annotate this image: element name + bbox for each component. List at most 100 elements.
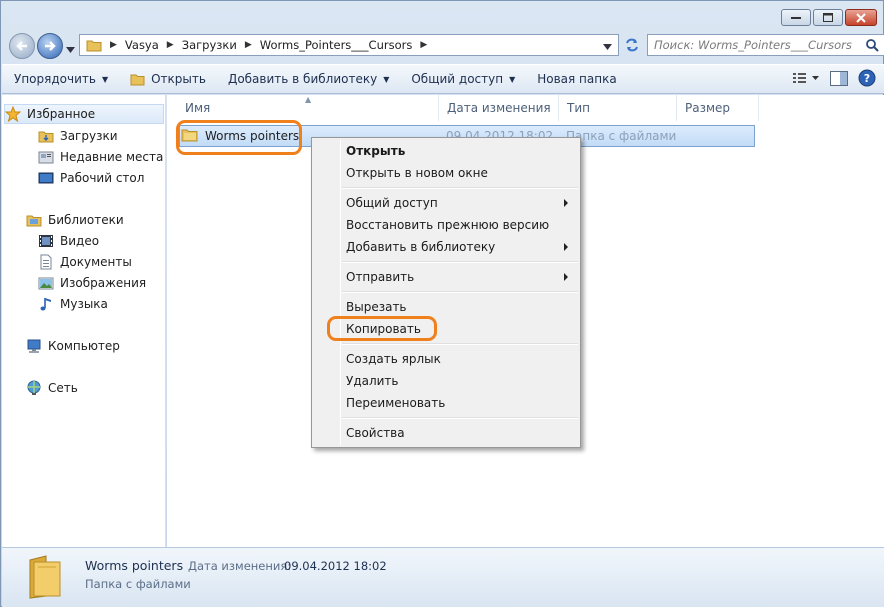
svg-text:?: ? [864, 72, 870, 85]
breadcrumb-separator-icon[interactable]: ▶ [245, 40, 252, 50]
details-modified-value: 09.04.2012 18:02 [284, 559, 387, 573]
nav-computer[interactable]: Компьютер [26, 336, 120, 356]
nav-label: Сеть [48, 381, 78, 395]
breadcrumb-item[interactable]: Загрузки [182, 38, 237, 52]
column-header-name[interactable]: Имя [177, 95, 439, 121]
breadcrumb-item[interactable]: Worms_Pointers___Cursors [260, 38, 413, 52]
picture-icon [38, 275, 54, 291]
menu-item-restore[interactable]: Восстановить прежнюю версию [314, 214, 578, 236]
document-icon [38, 254, 54, 270]
back-arrow-icon [16, 41, 27, 51]
breadcrumb-separator-icon[interactable]: ▶ [110, 40, 117, 50]
nav-images[interactable]: Изображения [38, 273, 146, 293]
menu-item-open-new-window[interactable]: Открыть в новом окне [314, 162, 578, 184]
navigation-row: ▶ Vasya ▶ Загрузки ▶ Worms_Pointers___Cu… [9, 33, 884, 59]
add-to-library-label: Добавить в библиотеку [227, 72, 378, 86]
breadcrumb-item[interactable]: Vasya [125, 38, 159, 52]
maximize-button[interactable] [813, 9, 843, 26]
nav-label: Документы [60, 255, 132, 269]
column-header-size[interactable]: Размер [677, 95, 759, 121]
music-note-icon [38, 296, 54, 312]
submenu-arrow-icon [564, 243, 568, 251]
share-button[interactable]: Общий доступ ▼ [399, 67, 525, 91]
menu-label: Открыть [346, 144, 406, 158]
menu-label: Открыть в новом окне [346, 166, 488, 180]
search-icon[interactable] [865, 38, 879, 55]
breadcrumb-separator-icon[interactable]: ▶ [167, 40, 174, 50]
new-folder-button[interactable]: Новая папка [525, 67, 626, 91]
recent-pages-dropdown[interactable] [66, 42, 75, 56]
nav-favorites[interactable]: Избранное [4, 104, 164, 124]
nav-label: Видео [60, 234, 100, 248]
forward-arrow-icon [45, 41, 56, 51]
menu-item-delete[interactable]: Удалить [314, 370, 578, 392]
nav-desktop[interactable]: Рабочий стол [38, 168, 144, 188]
menu-item-open[interactable]: Открыть [314, 140, 578, 162]
menu-label: Общий доступ [346, 196, 438, 210]
minimize-button[interactable] [781, 9, 811, 26]
nav-music[interactable]: Музыка [38, 294, 108, 314]
details-modified-label: Дата изменения: [188, 559, 292, 573]
nav-video[interactable]: Видео [38, 231, 99, 251]
menu-separator [342, 261, 578, 263]
search-input[interactable]: Поиск: Worms_Pointers___Cursors [647, 34, 884, 56]
menu-item-send-to[interactable]: Отправить [314, 266, 578, 288]
chevron-down-icon: ▼ [509, 74, 516, 84]
context-menu: Открыть Открыть в новом окне Общий досту… [311, 137, 581, 448]
network-icon [26, 380, 42, 396]
column-header-type[interactable]: Тип [559, 95, 677, 121]
command-bar: Упорядочить ▼ Открыть Добавить в библиоте… [2, 64, 884, 94]
folder-icon [38, 128, 54, 144]
menu-label: Отправить [346, 270, 415, 284]
nav-libraries[interactable]: Библиотеки [26, 210, 124, 230]
add-to-library-button[interactable]: Добавить в библиотеку ▼ [216, 67, 399, 91]
nav-label: Компьютер [48, 339, 120, 353]
view-controls: ? [792, 69, 876, 90]
address-history-icon[interactable] [603, 39, 612, 53]
nav-documents[interactable]: Документы [38, 252, 132, 272]
menu-item-share[interactable]: Общий доступ [314, 192, 578, 214]
column-label: Дата изменения [447, 101, 551, 115]
caption-buttons [781, 9, 877, 26]
menu-item-properties[interactable]: Свойства [314, 422, 578, 444]
star-icon [5, 106, 21, 122]
menu-separator [342, 417, 578, 419]
nav-recent[interactable]: Недавние места [38, 147, 163, 167]
navigation-pane: Избранное Загрузки Недавние места Рабочи… [2, 95, 166, 547]
menu-item-cut[interactable]: Вырезать [314, 296, 578, 318]
film-icon [38, 233, 54, 249]
nav-downloads[interactable]: Загрузки [38, 126, 118, 146]
close-button[interactable] [845, 9, 877, 26]
large-folder-icon [24, 554, 64, 603]
open-button[interactable]: Открыть [118, 67, 216, 91]
menu-label: Добавить в библиотеку [346, 240, 496, 254]
breadcrumb-separator-icon[interactable]: ▶ [420, 40, 427, 50]
nav-network[interactable]: Сеть [26, 378, 78, 398]
menu-item-create-shortcut[interactable]: Создать ярлык [314, 348, 578, 370]
preview-pane-icon[interactable] [830, 70, 848, 89]
nav-label: Недавние места [60, 150, 164, 164]
organize-button[interactable]: Упорядочить ▼ [2, 67, 118, 91]
nav-label: Библиотеки [48, 213, 124, 227]
chevron-down-icon [66, 47, 75, 53]
menu-separator [342, 343, 578, 345]
menu-label: Вырезать [346, 300, 407, 314]
nav-label: Рабочий стол [60, 171, 145, 185]
address-bar[interactable]: ▶ Vasya ▶ Загрузки ▶ Worms_Pointers___Cu… [79, 34, 619, 56]
menu-label: Восстановить прежнюю версию [346, 218, 550, 232]
chevron-down-icon: ▼ [101, 74, 109, 84]
desktop-icon [38, 170, 54, 186]
column-header-modified[interactable]: Дата изменения [439, 95, 559, 121]
forward-button[interactable] [37, 33, 63, 59]
view-options-icon[interactable] [792, 71, 820, 88]
help-icon[interactable]: ? [858, 69, 876, 90]
menu-item-rename[interactable]: Переименовать [314, 392, 578, 414]
back-button[interactable] [9, 33, 35, 59]
column-label: Имя [185, 101, 211, 115]
search-placeholder: Поиск: Worms_Pointers___Cursors [654, 38, 852, 52]
menu-item-add-library[interactable]: Добавить в библиотеку [314, 236, 578, 258]
highlight-ring-file [176, 120, 302, 155]
column-label: Тип [567, 101, 590, 115]
refresh-button[interactable] [621, 34, 643, 56]
organize-label: Упорядочить [14, 72, 96, 86]
